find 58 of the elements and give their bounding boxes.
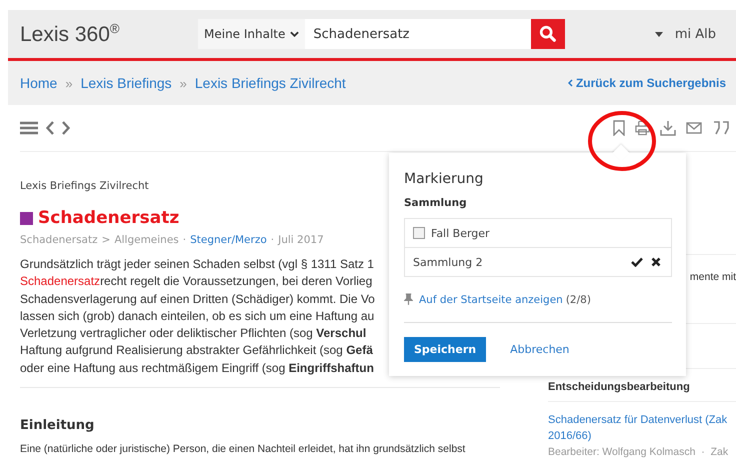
close-icon[interactable]: [651, 257, 661, 267]
meta-separator: >: [102, 234, 110, 246]
meta-text: Allgemeines: [114, 234, 179, 246]
save-button[interactable]: Speichern: [404, 337, 486, 362]
meta-dot: ·: [270, 234, 274, 246]
collection-label: Sammlung: [404, 197, 468, 209]
search-icon: [539, 25, 558, 43]
checkbox[interactable]: [413, 227, 425, 239]
highlight-circle: [587, 110, 657, 172]
sidebar-text: mente mit: [690, 271, 736, 283]
chevron-right-icon[interactable]: [62, 121, 70, 135]
download-icon[interactable]: [660, 120, 676, 136]
pin-icon: [404, 293, 413, 306]
pin-count: (2/8): [566, 294, 591, 306]
meta-text: Schadenersatz: [20, 234, 98, 246]
meta-text: Juli 2017: [278, 234, 324, 246]
chevron-down-icon: [290, 31, 300, 37]
decision-meta: Bearbeiter: Wolfgang Kolmasch · Zak: [548, 446, 730, 458]
breadcrumb-separator: »: [180, 76, 187, 90]
search-button[interactable]: [531, 19, 566, 49]
caret-icon: [654, 32, 663, 36]
source-label: Lexis Briefings Zivilrecht: [20, 180, 150, 192]
print-icon[interactable]: [635, 120, 650, 136]
collection-name-field[interactable]: Sammlung 2: [413, 256, 483, 268]
category-square-icon: [20, 212, 33, 224]
chevron-left-icon: [568, 79, 573, 87]
paragraph-line: Schadensverlagerung auf einen Dritten (Schädiger) kommt. Die Vo: [20, 290, 375, 308]
collection-name: Fall Berger: [431, 226, 490, 240]
cancel-link[interactable]: Abbrechen: [510, 343, 570, 356]
show-on-homepage-link[interactable]: Auf der Startseite anzeigen: [419, 294, 563, 306]
menu-icon[interactable]: [20, 121, 38, 135]
article-title: Schadenersatz: [38, 208, 180, 228]
paragraph-line: Grundsätzlich trägt jeder seinen Schaden selbst (vgl § 1311 Satz 1: [20, 256, 374, 273]
breadcrumb-link[interactable]: Home: [20, 75, 58, 91]
paragraph-line: Schadenersatzrecht regelt die Voraussetzungen, bei deren Vorlieg: [20, 273, 372, 290]
breadcrumb-separator: »: [65, 76, 73, 90]
section-heading: Einleitung: [20, 418, 96, 434]
paragraph-line: Haftung aufgrund Realisierung abstrakter Gefährlichkeit (sog Gefä: [20, 342, 373, 360]
quote-icon[interactable]: [712, 121, 730, 135]
decision-link[interactable]: Schadenersatz für Datenverlust (Zak 2016/66): [548, 412, 736, 444]
search-field[interactable]: Schadenersatz: [305, 19, 532, 49]
breadcrumb-link[interactable]: Lexis Briefings: [80, 75, 172, 91]
bookmark-icon[interactable]: [613, 120, 625, 136]
author-link[interactable]: Stegner/Merzo: [190, 234, 267, 246]
back-link[interactable]: Zurück zum Suchergebnis: [568, 76, 726, 90]
meta-dot: ·: [182, 234, 186, 246]
user-name[interactable]: mi Alb: [674, 26, 716, 42]
mail-icon[interactable]: [686, 122, 702, 134]
popup-title: Markierung: [404, 171, 484, 187]
paragraph-line: lassen sich (grob) danach einteilen, ob es sich um eine Haftung au: [20, 308, 374, 325]
paragraph-line: Verletzung vertraglicher oder deliktischer Pflichten (sog Verschul: [20, 325, 366, 342]
logo-text[interactable]: Lexis 360$^{®}$: [20, 21, 198, 47]
section-text: Eine (natürliche oder juristische) Person, die einen Nachteil erleidet, hat ihn grundsätzlich selbst: [20, 443, 466, 456]
paragraph-line: oder eine Haftung aus rechtmäßigem Eingriff (sog Eingriffshaftun: [20, 360, 374, 377]
checkmark-icon[interactable]: [631, 257, 643, 267]
breadcrumb-link[interactable]: Lexis Briefings Zivilrecht: [194, 75, 346, 91]
chevron-left-icon[interactable]: [46, 121, 54, 135]
scope-dropdown[interactable]: Meine Inhalte: [198, 19, 306, 49]
